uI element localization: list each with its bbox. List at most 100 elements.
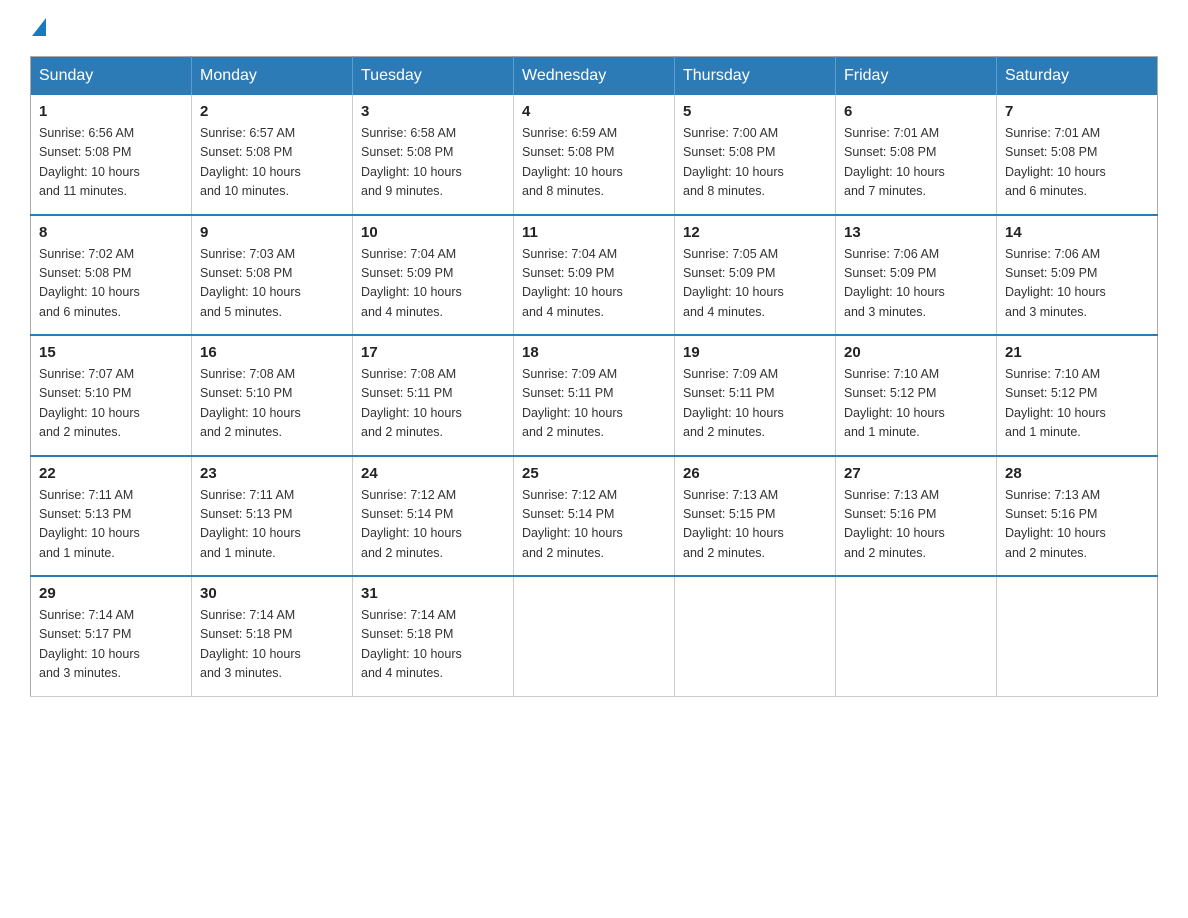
calendar-header-wednesday: Wednesday <box>514 57 675 96</box>
day-info: Sunrise: 7:12 AMSunset: 5:14 PMDaylight:… <box>361 486 505 564</box>
calendar-week-row: 8 Sunrise: 7:02 AMSunset: 5:08 PMDaylight… <box>31 215 1158 336</box>
calendar-cell: 13Sunrise: 7:06 AMSunset: 5:09 PMDayligh… <box>836 215 997 336</box>
calendar-cell: 4 Sunrise: 6:59 AMSunset: 5:08 PMDaylight… <box>514 95 675 215</box>
calendar-cell: 8 Sunrise: 7:02 AMSunset: 5:08 PMDaylight… <box>31 215 192 336</box>
calendar-cell: 18 Sunrise: 7:09 AMSunset: 5:11 PMDayligh… <box>514 335 675 456</box>
calendar-week-row: 15 Sunrise: 7:07 AMSunset: 5:10 PMDayligh… <box>31 335 1158 456</box>
calendar-cell: 23 Sunrise: 7:11 AMSunset: 5:13 PMDayligh… <box>192 456 353 577</box>
day-info: Sunrise: 7:07 AMSunset: 5:10 PMDaylight:… <box>39 365 183 443</box>
day-info: Sunrise: 7:14 AMSunset: 5:17 PMDaylight:… <box>39 606 183 684</box>
day-number: 29 <box>39 585 183 602</box>
day-number: 14 <box>1005 224 1149 241</box>
calendar-week-row: 29 Sunrise: 7:14 AMSunset: 5:17 PMDayligh… <box>31 576 1158 696</box>
calendar-cell: 21Sunrise: 7:10 AMSunset: 5:12 PMDayligh… <box>997 335 1158 456</box>
calendar-cell: 16 Sunrise: 7:08 AMSunset: 5:10 PMDayligh… <box>192 335 353 456</box>
day-number: 18 <box>522 344 666 361</box>
day-info: Sunrise: 7:06 AMSunset: 5:09 PMDaylight:… <box>844 245 988 323</box>
day-info: Sunrise: 6:59 AMSunset: 5:08 PMDaylight:… <box>522 124 666 202</box>
calendar-cell: 24 Sunrise: 7:12 AMSunset: 5:14 PMDayligh… <box>353 456 514 577</box>
day-number: 23 <box>200 465 344 482</box>
day-info: Sunrise: 7:04 AMSunset: 5:09 PMDaylight:… <box>361 245 505 323</box>
day-number: 10 <box>361 224 505 241</box>
day-info: Sunrise: 7:01 AMSunset: 5:08 PMDaylight:… <box>844 124 988 202</box>
page-header <box>30 20 1158 38</box>
day-number: 4 <box>522 103 666 120</box>
calendar-cell: 6 Sunrise: 7:01 AMSunset: 5:08 PMDaylight… <box>836 95 997 215</box>
calendar-cell: 12 Sunrise: 7:05 AMSunset: 5:09 PMDayligh… <box>675 215 836 336</box>
calendar-header-tuesday: Tuesday <box>353 57 514 96</box>
calendar-cell <box>675 576 836 696</box>
day-number: 27 <box>844 465 988 482</box>
day-number: 3 <box>361 103 505 120</box>
day-info: Sunrise: 7:08 AMSunset: 5:10 PMDaylight:… <box>200 365 344 443</box>
calendar-cell: 10 Sunrise: 7:04 AMSunset: 5:09 PMDayligh… <box>353 215 514 336</box>
calendar-cell: 25 Sunrise: 7:12 AMSunset: 5:14 PMDayligh… <box>514 456 675 577</box>
day-number: 31 <box>361 585 505 602</box>
calendar-cell: 3 Sunrise: 6:58 AMSunset: 5:08 PMDaylight… <box>353 95 514 215</box>
day-info: Sunrise: 7:14 AMSunset: 5:18 PMDaylight:… <box>361 606 505 684</box>
day-number: 6 <box>844 103 988 120</box>
calendar-cell: 1Sunrise: 6:56 AMSunset: 5:08 PMDaylight… <box>31 95 192 215</box>
day-number: 7 <box>1005 103 1149 120</box>
day-info: Sunrise: 7:03 AMSunset: 5:08 PMDaylight:… <box>200 245 344 323</box>
day-number: 12 <box>683 224 827 241</box>
calendar-cell: 26 Sunrise: 7:13 AMSunset: 5:15 PMDayligh… <box>675 456 836 577</box>
day-number: 19 <box>683 344 827 361</box>
day-number: 8 <box>39 224 183 241</box>
day-number: 30 <box>200 585 344 602</box>
day-number: 9 <box>200 224 344 241</box>
calendar-cell: 28 Sunrise: 7:13 AMSunset: 5:16 PMDayligh… <box>997 456 1158 577</box>
day-number: 25 <box>522 465 666 482</box>
calendar-header-friday: Friday <box>836 57 997 96</box>
day-info: Sunrise: 7:09 AMSunset: 5:11 PMDaylight:… <box>522 365 666 443</box>
day-number: 1 <box>39 103 183 120</box>
day-number: 20 <box>844 344 988 361</box>
day-info: Sunrise: 7:08 AMSunset: 5:11 PMDaylight:… <box>361 365 505 443</box>
day-number: 28 <box>1005 465 1149 482</box>
day-number: 21 <box>1005 344 1149 361</box>
calendar-cell: 30 Sunrise: 7:14 AMSunset: 5:18 PMDayligh… <box>192 576 353 696</box>
day-info: Sunrise: 7:13 AMSunset: 5:15 PMDaylight:… <box>683 486 827 564</box>
calendar-cell: 22 Sunrise: 7:11 AMSunset: 5:13 PMDayligh… <box>31 456 192 577</box>
day-info: Sunrise: 7:06 AMSunset: 5:09 PMDaylight:… <box>1005 245 1149 323</box>
calendar-cell: 27 Sunrise: 7:13 AMSunset: 5:16 PMDayligh… <box>836 456 997 577</box>
calendar-cell: 11Sunrise: 7:04 AMSunset: 5:09 PMDayligh… <box>514 215 675 336</box>
calendar-week-row: 22 Sunrise: 7:11 AMSunset: 5:13 PMDayligh… <box>31 456 1158 577</box>
day-info: Sunrise: 7:10 AMSunset: 5:12 PMDaylight:… <box>844 365 988 443</box>
calendar-cell: 31 Sunrise: 7:14 AMSunset: 5:18 PMDayligh… <box>353 576 514 696</box>
day-info: Sunrise: 6:57 AMSunset: 5:08 PMDaylight:… <box>200 124 344 202</box>
calendar-cell: 9 Sunrise: 7:03 AMSunset: 5:08 PMDaylight… <box>192 215 353 336</box>
calendar-week-row: 1Sunrise: 6:56 AMSunset: 5:08 PMDaylight… <box>31 95 1158 215</box>
day-number: 24 <box>361 465 505 482</box>
day-info: Sunrise: 7:14 AMSunset: 5:18 PMDaylight:… <box>200 606 344 684</box>
day-number: 22 <box>39 465 183 482</box>
day-number: 15 <box>39 344 183 361</box>
calendar-cell: 14 Sunrise: 7:06 AMSunset: 5:09 PMDayligh… <box>997 215 1158 336</box>
day-info: Sunrise: 7:13 AMSunset: 5:16 PMDaylight:… <box>844 486 988 564</box>
day-info: Sunrise: 7:11 AMSunset: 5:13 PMDaylight:… <box>39 486 183 564</box>
calendar-header-row: SundayMondayTuesdayWednesdayThursdayFrid… <box>31 57 1158 96</box>
day-info: Sunrise: 6:58 AMSunset: 5:08 PMDaylight:… <box>361 124 505 202</box>
day-info: Sunrise: 7:11 AMSunset: 5:13 PMDaylight:… <box>200 486 344 564</box>
day-number: 17 <box>361 344 505 361</box>
calendar-table: SundayMondayTuesdayWednesdayThursdayFrid… <box>30 56 1158 697</box>
calendar-cell: 2Sunrise: 6:57 AMSunset: 5:08 PMDaylight… <box>192 95 353 215</box>
calendar-header-thursday: Thursday <box>675 57 836 96</box>
calendar-cell: 20 Sunrise: 7:10 AMSunset: 5:12 PMDayligh… <box>836 335 997 456</box>
day-number: 26 <box>683 465 827 482</box>
day-number: 16 <box>200 344 344 361</box>
calendar-cell: 5Sunrise: 7:00 AMSunset: 5:08 PMDaylight… <box>675 95 836 215</box>
calendar-header-sunday: Sunday <box>31 57 192 96</box>
calendar-cell <box>514 576 675 696</box>
calendar-cell: 17 Sunrise: 7:08 AMSunset: 5:11 PMDayligh… <box>353 335 514 456</box>
logo <box>30 20 48 38</box>
day-info: Sunrise: 7:02 AMSunset: 5:08 PMDaylight:… <box>39 245 183 323</box>
day-info: Sunrise: 7:13 AMSunset: 5:16 PMDaylight:… <box>1005 486 1149 564</box>
day-info: Sunrise: 7:04 AMSunset: 5:09 PMDaylight:… <box>522 245 666 323</box>
calendar-cell <box>836 576 997 696</box>
calendar-header-monday: Monday <box>192 57 353 96</box>
day-info: Sunrise: 7:01 AMSunset: 5:08 PMDaylight:… <box>1005 124 1149 202</box>
day-info: Sunrise: 7:12 AMSunset: 5:14 PMDaylight:… <box>522 486 666 564</box>
calendar-cell: 15 Sunrise: 7:07 AMSunset: 5:10 PMDayligh… <box>31 335 192 456</box>
day-info: Sunrise: 7:05 AMSunset: 5:09 PMDaylight:… <box>683 245 827 323</box>
